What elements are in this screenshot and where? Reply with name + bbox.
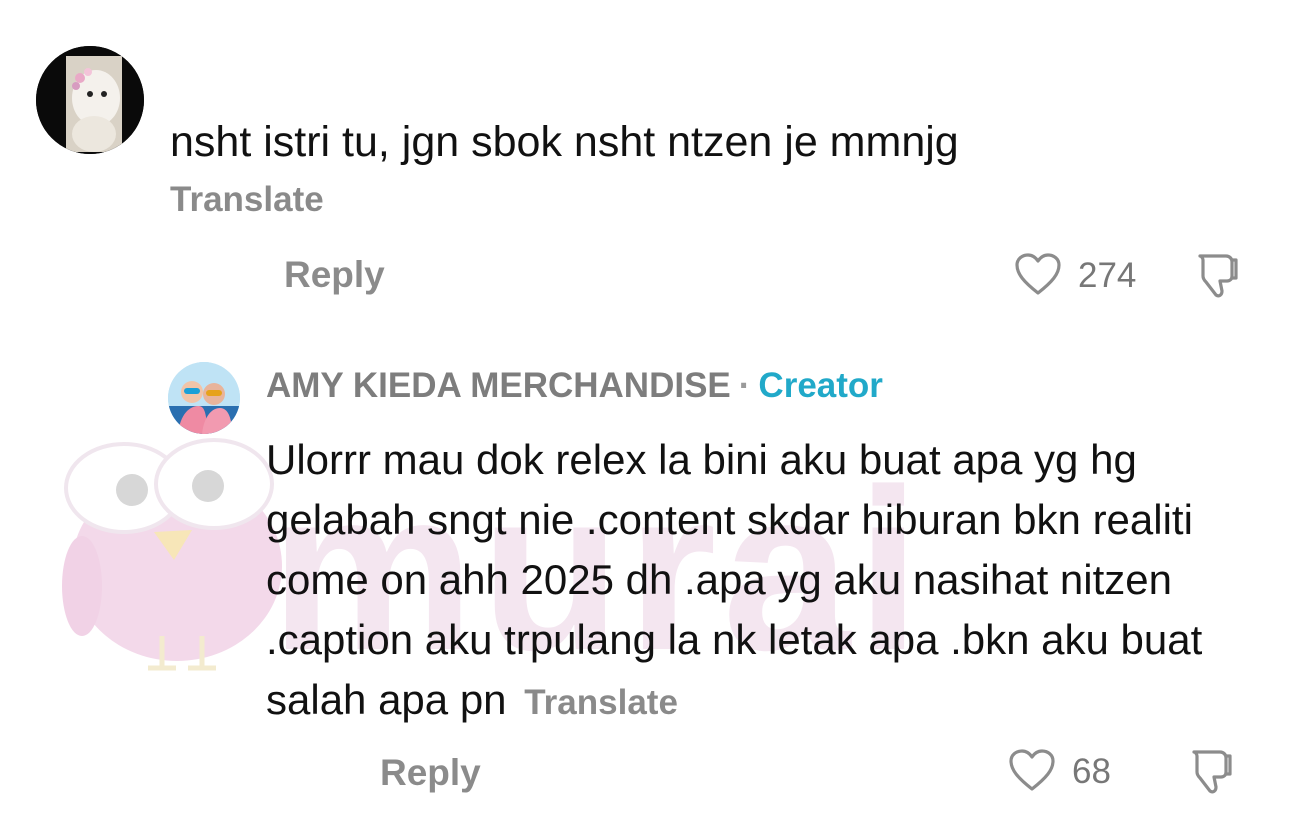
avatar-cat-image (36, 46, 144, 154)
like-count: 274 (1078, 256, 1137, 295)
translate-link[interactable]: Translate (170, 180, 324, 220)
translate-link[interactable]: Translate (524, 683, 678, 722)
comment-text: nsht istri tu, jgn sbok nsht ntzen je mm… (170, 118, 959, 166)
thumbs-down-icon[interactable] (1192, 250, 1242, 300)
reply-button[interactable]: Reply (284, 254, 385, 296)
like-count: 68 (1072, 752, 1111, 791)
author-name[interactable]: AMY KIEDA MERCHANDISE (266, 366, 731, 405)
separator-dot: · (738, 366, 751, 405)
creator-avatar[interactable] (168, 362, 240, 434)
author-line: AMY KIEDA MERCHANDISE · Creator (266, 366, 883, 406)
avatar-couple-image (168, 362, 240, 434)
reply-button[interactable]: Reply (380, 752, 481, 794)
watermark-bird-logo (62, 438, 282, 671)
heart-outline-icon[interactable] (1008, 748, 1056, 792)
creator-badge: Creator (758, 366, 883, 405)
heart-outline-icon[interactable] (1014, 252, 1062, 296)
reply-comment-text: Ulorrr mau dok relex la bini aku buat ap… (266, 430, 1266, 733)
thumbs-down-icon[interactable] (1186, 746, 1236, 796)
avatar[interactable] (36, 46, 144, 154)
reply-text: Ulorrr mau dok relex la bini aku buat ap… (266, 436, 1203, 723)
